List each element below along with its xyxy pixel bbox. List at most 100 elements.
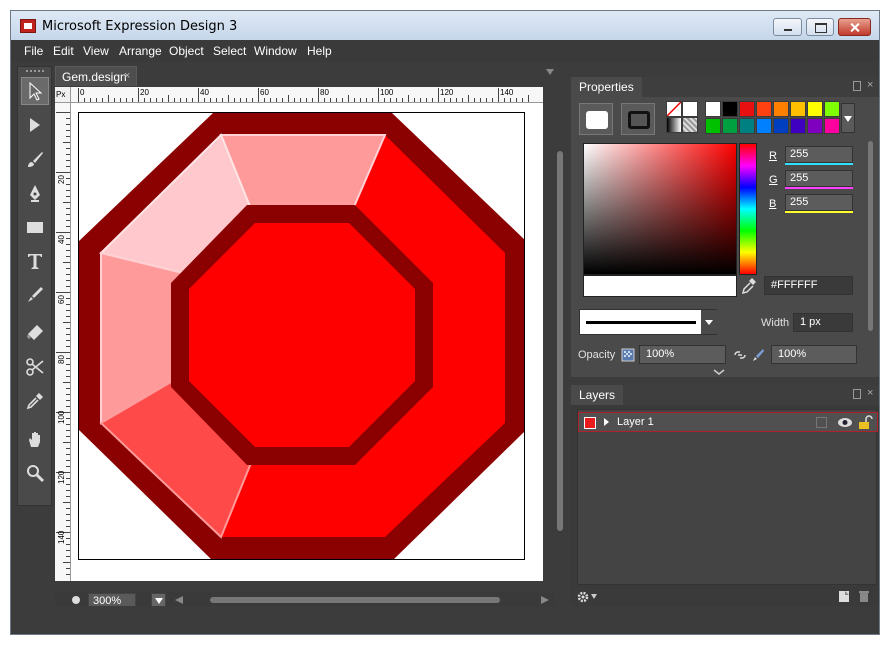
- opacity-mask-icon[interactable]: [621, 348, 635, 362]
- link-icon[interactable]: [733, 348, 747, 362]
- zoom-fit-icon[interactable]: [71, 595, 81, 605]
- close-button[interactable]: [838, 18, 871, 36]
- red-slider[interactable]: [785, 163, 853, 165]
- stroke-style-dropdown[interactable]: [579, 309, 717, 335]
- no-fill-swatch[interactable]: [666, 101, 682, 117]
- menu-help[interactable]: Help: [307, 44, 332, 58]
- width-input[interactable]: 1 px: [793, 313, 853, 332]
- direct-select-tool[interactable]: [21, 111, 49, 139]
- color-swatch[interactable]: [756, 118, 772, 134]
- green-slider[interactable]: [785, 187, 853, 189]
- collapse-panel-icon[interactable]: [713, 369, 725, 377]
- eye-icon[interactable]: [837, 416, 853, 429]
- menu-window[interactable]: Window: [254, 44, 297, 58]
- pin-icon[interactable]: [853, 81, 861, 91]
- close-icon[interactable]: ×: [867, 387, 873, 399]
- stroke-opacity-input[interactable]: 100%: [771, 345, 857, 364]
- menu-object[interactable]: Object: [169, 44, 204, 58]
- layers-title[interactable]: Layers: [571, 385, 624, 405]
- green-input[interactable]: 255: [785, 170, 853, 187]
- canvas[interactable]: [71, 103, 543, 581]
- layer-select-box[interactable]: [816, 417, 827, 428]
- color-swatch[interactable]: [756, 101, 772, 117]
- color-swatch[interactable]: [705, 101, 721, 117]
- ruler-unit[interactable]: Px: [55, 87, 71, 103]
- pen-tool[interactable]: [21, 179, 49, 207]
- chevron-down-icon[interactable]: [591, 594, 597, 599]
- zoom-tool[interactable]: [21, 459, 49, 487]
- swatch-more-button[interactable]: [841, 103, 855, 133]
- gear-icon[interactable]: [576, 590, 590, 604]
- brush-tool[interactable]: [21, 145, 49, 173]
- rectangle-tool[interactable]: [21, 213, 49, 241]
- expand-arrow-icon[interactable]: [604, 418, 609, 426]
- document-vertical-scrollbar[interactable]: [553, 101, 567, 591]
- maximize-button[interactable]: [806, 18, 834, 36]
- document-vertical-scroll-thumb[interactable]: [557, 151, 563, 531]
- eyedropper-icon[interactable]: [741, 277, 757, 295]
- color-swatch[interactable]: [824, 118, 840, 134]
- document-tab-close-icon[interactable]: ×: [124, 70, 130, 82]
- layer-row[interactable]: Layer 1: [578, 412, 878, 432]
- stroke-button[interactable]: [621, 103, 655, 135]
- delete-layer-icon[interactable]: [857, 589, 871, 603]
- menu-file[interactable]: File: [24, 44, 43, 58]
- color-swatch[interactable]: [790, 118, 806, 134]
- minimize-button[interactable]: [773, 18, 802, 36]
- fill-button[interactable]: [579, 103, 613, 135]
- blue-input[interactable]: 255: [785, 194, 853, 211]
- new-layer-icon[interactable]: [837, 589, 851, 603]
- unlock-icon[interactable]: [857, 415, 873, 430]
- color-swatch[interactable]: [705, 118, 721, 134]
- color-swatch[interactable]: [807, 118, 823, 134]
- color-swatch[interactable]: [722, 118, 738, 134]
- brush-opacity-icon[interactable]: [751, 348, 765, 362]
- color-swatch[interactable]: [722, 101, 738, 117]
- hand-tool[interactable]: [21, 425, 49, 453]
- color-swatch[interactable]: [773, 118, 789, 134]
- document-list-arrow-icon[interactable]: [546, 69, 554, 75]
- layer-color-swatch[interactable]: [584, 417, 596, 429]
- menu-edit[interactable]: Edit: [53, 44, 74, 58]
- toolbox-grip[interactable]: [26, 70, 44, 72]
- scissors-tool[interactable]: [21, 353, 49, 381]
- properties-scroll-thumb[interactable]: [868, 141, 873, 331]
- color-swatch[interactable]: [807, 101, 823, 117]
- text-tool[interactable]: [21, 247, 49, 275]
- pin-icon[interactable]: [853, 389, 861, 399]
- color-swatch[interactable]: [790, 101, 806, 117]
- properties-title[interactable]: Properties: [571, 77, 642, 97]
- white-swatch[interactable]: [682, 101, 698, 117]
- gem-table[interactable]: [189, 223, 415, 447]
- eyedropper-tool[interactable]: [21, 387, 49, 415]
- properties-scrollbar[interactable]: [865, 101, 877, 371]
- red-input[interactable]: 255: [785, 146, 853, 163]
- blue-slider[interactable]: [785, 211, 853, 213]
- color-picker-field[interactable]: [583, 143, 737, 275]
- scroll-left-icon[interactable]: [175, 596, 183, 604]
- document-horizontal-scroll-thumb[interactable]: [210, 597, 500, 603]
- close-icon[interactable]: ×: [867, 79, 873, 91]
- gradient-swatch[interactable]: [666, 117, 682, 133]
- scroll-right-icon[interactable]: [541, 596, 549, 604]
- layer-name[interactable]: Layer 1: [617, 416, 654, 428]
- gem-artwork[interactable]: [79, 113, 525, 560]
- hex-input[interactable]: #FFFFFF: [764, 276, 853, 295]
- menu-view[interactable]: View: [83, 44, 109, 58]
- pattern-swatch[interactable]: [682, 117, 698, 133]
- menu-select[interactable]: Select: [213, 44, 246, 58]
- hue-slider[interactable]: [739, 143, 757, 275]
- color-swatch[interactable]: [739, 101, 755, 117]
- artboard[interactable]: [78, 112, 525, 560]
- eraser-tool[interactable]: [21, 319, 49, 347]
- document-tab[interactable]: Gem.design ×: [55, 66, 137, 86]
- color-swatch[interactable]: [739, 118, 755, 134]
- color-swatch[interactable]: [773, 101, 789, 117]
- app-icon: [20, 19, 36, 33]
- color-swatch[interactable]: [824, 101, 840, 117]
- opacity-input[interactable]: 100%: [639, 345, 726, 364]
- menu-arrange[interactable]: Arrange: [119, 44, 162, 58]
- paint-brush-tool[interactable]: [21, 281, 49, 309]
- ruler-tick: [66, 520, 70, 521]
- selection-tool[interactable]: [21, 77, 49, 105]
